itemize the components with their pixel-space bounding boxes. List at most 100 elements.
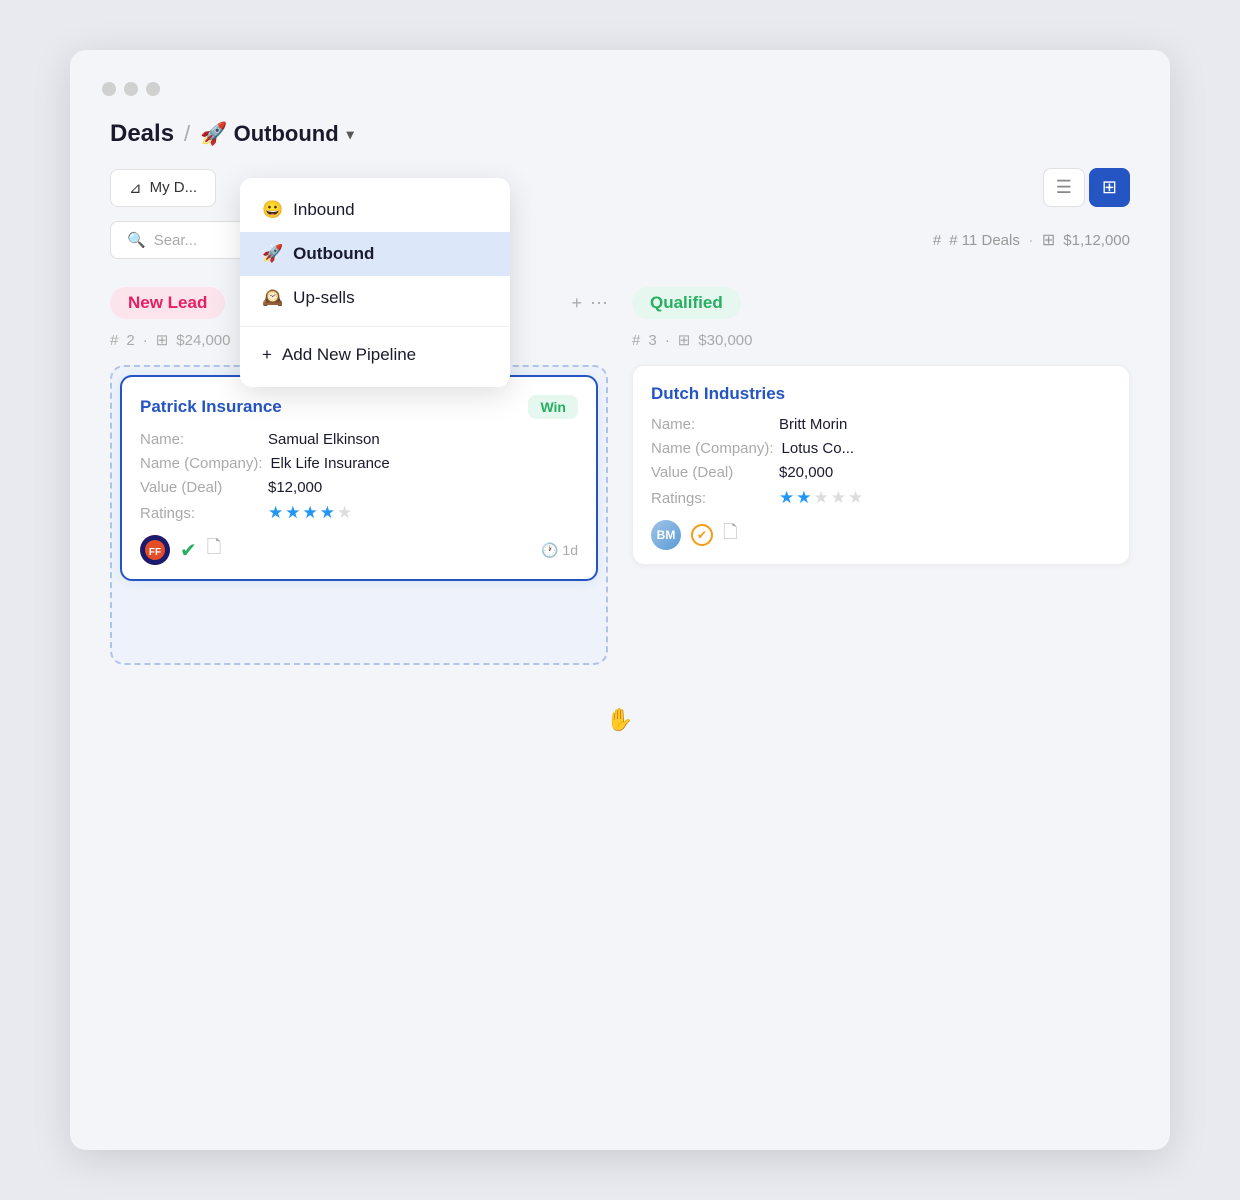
name-label: Name: bbox=[140, 431, 260, 448]
main-content: Deals / 🚀 Outbound ▾ 😀 Inbound 🚀 Outboun… bbox=[70, 120, 1170, 705]
deal-value: $12,000 bbox=[268, 479, 322, 496]
win-badge: Win bbox=[528, 395, 578, 419]
star-3: ★ bbox=[303, 503, 318, 523]
deal-name-field: Name: Samual Elkinson bbox=[140, 431, 578, 448]
d-star-4: ★ bbox=[831, 488, 846, 508]
deal-card-patrick: Patrick Insurance Win Name: Samual Elkin… bbox=[120, 375, 598, 581]
upsells-label: Up-sells bbox=[293, 288, 354, 308]
filter-icon: ⊿ bbox=[129, 179, 142, 197]
dutch-name-label: Name: bbox=[651, 416, 771, 433]
dot-separator: · bbox=[1028, 230, 1034, 251]
column-qualified: Qualified # 3 · ⊞ $30,000 Dutch Industri… bbox=[632, 287, 1130, 565]
dropdown-item-upsells[interactable]: 🕰️ Up-sells bbox=[240, 276, 510, 320]
col-actions-new-lead: + ⋯ bbox=[571, 293, 608, 314]
ratings-label: Ratings: bbox=[140, 505, 260, 522]
pipeline-name: Outbound bbox=[234, 121, 339, 147]
d-star-3: ★ bbox=[814, 488, 829, 508]
deal-footer-icons: FF ✔ 🗋 bbox=[140, 535, 221, 565]
hash-icon-q: # bbox=[632, 332, 640, 349]
deals-count-label: # 11 Deals bbox=[949, 232, 1020, 249]
col-count: 2 bbox=[126, 332, 134, 349]
col-menu-icon[interactable]: ⋯ bbox=[590, 293, 608, 314]
star-5: ★ bbox=[337, 503, 352, 523]
outbound-label: Outbound bbox=[293, 244, 374, 264]
dutch-ratings-label: Ratings: bbox=[651, 490, 771, 507]
deal-ratings-field: Ratings: ★ ★ ★ ★ ★ bbox=[140, 503, 578, 523]
grid-small-icon: ⊞ bbox=[1042, 230, 1055, 250]
col-value: $24,000 bbox=[176, 332, 230, 349]
col-count-q: 3 bbox=[648, 332, 656, 349]
d-star-1: ★ bbox=[779, 488, 794, 508]
dutch-company-label: Name (Company): bbox=[651, 440, 774, 457]
dutch-star-rating: ★ ★ ★ ★ ★ bbox=[779, 488, 863, 508]
tl-maximize bbox=[146, 82, 160, 96]
inbound-emoji: 😀 bbox=[262, 200, 283, 220]
check-orange-icon: ✔ bbox=[691, 524, 713, 546]
dutch-deal-field: Value (Deal) $20,000 bbox=[651, 464, 1111, 481]
deal-label: Value (Deal) bbox=[140, 479, 260, 496]
tl-close bbox=[102, 82, 116, 96]
inbound-label: Inbound bbox=[293, 200, 354, 220]
badge-new-lead: New Lead bbox=[110, 287, 225, 319]
search-placeholder: Sear... bbox=[154, 232, 197, 249]
dutch-footer-icons: BM ✔ 🗋 bbox=[651, 520, 737, 550]
file-icon: 🗋 bbox=[207, 535, 221, 565]
grid-icon-col: ⊞ bbox=[156, 331, 169, 349]
check-green-icon: ✔ bbox=[180, 538, 197, 563]
deals-count: # # 11 Deals · ⊞ $1,12,000 bbox=[933, 230, 1130, 251]
name-value: Samual Elkinson bbox=[268, 431, 380, 448]
dutch-company-field: Name (Company): Lotus Co... bbox=[651, 440, 1111, 457]
filter-button[interactable]: ⊿ My D... bbox=[110, 169, 216, 207]
add-new-pipeline-label: Add New Pipeline bbox=[282, 345, 416, 365]
time-value: 1d bbox=[562, 542, 578, 558]
deals-value: $1,12,000 bbox=[1063, 232, 1130, 249]
dutch-name-field: Name: Britt Morin bbox=[651, 416, 1111, 433]
add-card-icon[interactable]: + bbox=[571, 293, 582, 314]
company-value: Elk Life Insurance bbox=[271, 455, 390, 472]
deal-title-dutch[interactable]: Dutch Industries bbox=[651, 384, 1111, 404]
col-meta-qualified: # 3 · ⊞ $30,000 bbox=[632, 331, 1130, 349]
dropdown-item-outbound[interactable]: 🚀 Outbound bbox=[240, 232, 510, 276]
add-new-pipeline-button[interactable]: + Add New Pipeline bbox=[240, 333, 510, 377]
grid-view-button[interactable]: ⊞ bbox=[1089, 168, 1130, 207]
hash-icon-col: # bbox=[110, 332, 118, 349]
pipeline-dropdown: 😀 Inbound 🚀 Outbound 🕰️ Up-sells + Add N… bbox=[240, 178, 510, 387]
deal-card-header: Patrick Insurance Win bbox=[140, 395, 578, 419]
col-value-q: $30,000 bbox=[698, 332, 752, 349]
star-4: ★ bbox=[320, 503, 335, 523]
traffic-lights bbox=[70, 82, 1170, 120]
deal-footer: FF ✔ 🗋 🕐 1d bbox=[140, 535, 578, 565]
avatar-dutch: BM bbox=[651, 520, 681, 550]
d-star-2: ★ bbox=[796, 488, 811, 508]
clock-icon: 🕐 bbox=[541, 542, 558, 559]
breadcrumb: Deals / 🚀 Outbound ▾ bbox=[110, 120, 1130, 148]
badge-qualified: Qualified bbox=[632, 287, 741, 319]
chevron-down-icon: ▾ bbox=[347, 126, 354, 143]
breadcrumb-separator: / bbox=[184, 121, 190, 147]
dutch-company-value: Lotus Co... bbox=[782, 440, 855, 457]
pipeline-emoji: 🚀 bbox=[200, 121, 227, 147]
list-view-button[interactable]: ☰ bbox=[1043, 168, 1085, 207]
dropdown-item-inbound[interactable]: 😀 Inbound bbox=[240, 188, 510, 232]
dutch-footer: BM ✔ 🗋 bbox=[651, 520, 1111, 550]
deal-title[interactable]: Patrick Insurance bbox=[140, 397, 282, 417]
hash-icon: # bbox=[933, 232, 941, 249]
company-label: Name (Company): bbox=[140, 455, 263, 472]
grid-icon-q: ⊞ bbox=[678, 331, 691, 349]
svg-text:FF: FF bbox=[149, 547, 161, 558]
dutch-ratings-field: Ratings: ★ ★ ★ ★ ★ bbox=[651, 488, 1111, 508]
filter-label: My D... bbox=[150, 179, 198, 196]
new-lead-drag-area: Patrick Insurance Win Name: Samual Elkin… bbox=[110, 365, 608, 665]
deal-company-field: Name (Company): Elk Life Insurance bbox=[140, 455, 578, 472]
app-window: Deals / 🚀 Outbound ▾ 😀 Inbound 🚀 Outboun… bbox=[70, 50, 1170, 1150]
pipeline-selector[interactable]: 🚀 Outbound ▾ bbox=[200, 121, 354, 147]
star-2: ★ bbox=[285, 503, 300, 523]
d-star-5: ★ bbox=[848, 488, 863, 508]
tl-minimize bbox=[124, 82, 138, 96]
breadcrumb-deals: Deals bbox=[110, 120, 174, 148]
time-badge: 🕐 1d bbox=[541, 542, 578, 559]
add-icon: + bbox=[262, 345, 272, 365]
col-header-qualified: Qualified bbox=[632, 287, 1130, 319]
col-dot: · bbox=[143, 332, 148, 349]
deal-value-field: Value (Deal) $12,000 bbox=[140, 479, 578, 496]
